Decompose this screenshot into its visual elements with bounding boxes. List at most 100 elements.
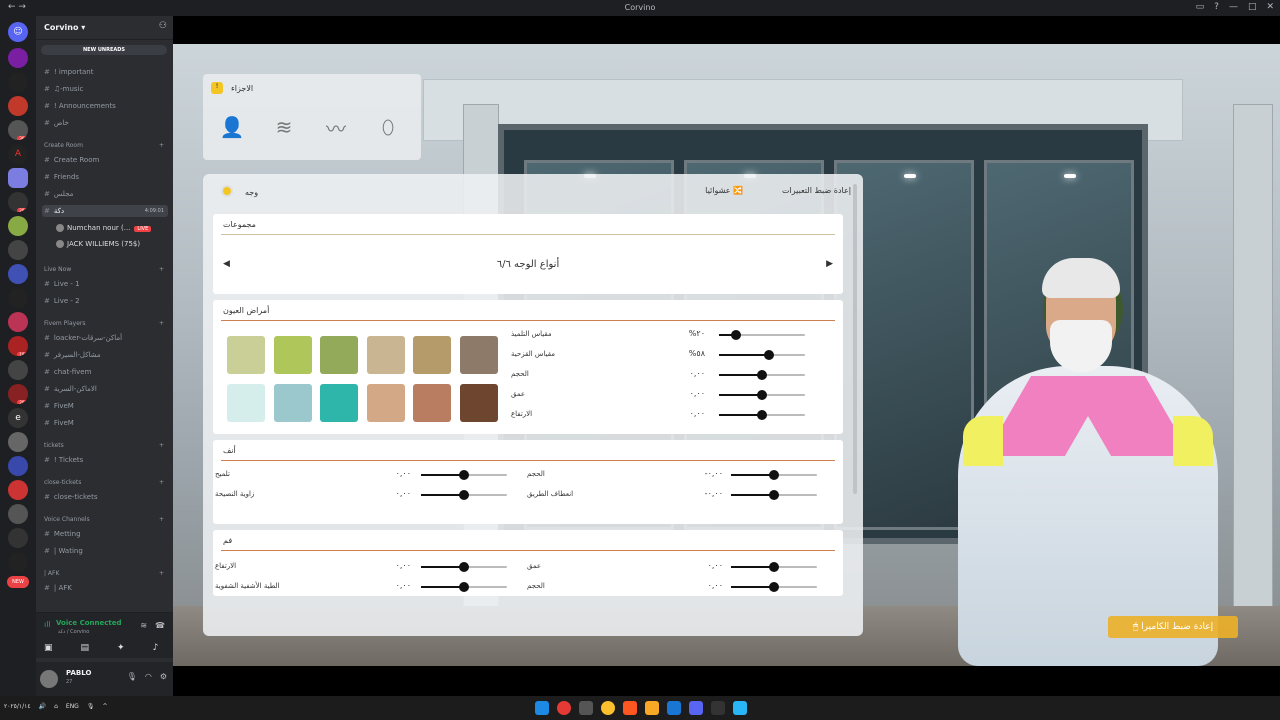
- eye-color-swatch[interactable]: [366, 384, 405, 422]
- eye-color-swatch[interactable]: [227, 384, 265, 422]
- slider-knob[interactable]: [769, 490, 779, 500]
- voice-status[interactable]: Voice Connected: [56, 619, 122, 627]
- server-icon[interactable]: [8, 96, 28, 116]
- slider-knob[interactable]: [459, 470, 469, 480]
- slider-knob[interactable]: [731, 330, 742, 340]
- channel-category[interactable]: close-tickets +: [44, 477, 168, 489]
- camera-reset-button[interactable]: إعادة ضبط الكاميرا 🖱: [1108, 616, 1238, 638]
- eye-color-swatch[interactable]: [459, 336, 498, 374]
- server-icon[interactable]: [8, 456, 28, 476]
- channel-item[interactable]: # FiveM: [44, 417, 168, 429]
- activities-icon[interactable]: ✦: [117, 643, 125, 653]
- channel-item[interactable]: # دكة 4:09:01: [42, 205, 168, 217]
- channel-item[interactable]: # loacker-أماكن-سرقات: [44, 332, 168, 344]
- channel-category[interactable]: tickets +: [44, 440, 168, 452]
- close-button[interactable]: ✕: [1266, 2, 1274, 12]
- channel-item[interactable]: # Metting: [44, 528, 168, 540]
- noise-suppression-icon[interactable]: ≋: [140, 621, 147, 630]
- channel-item[interactable]: # | AFK: [44, 582, 168, 594]
- eye-color-swatch[interactable]: [413, 336, 451, 374]
- brave-icon[interactable]: [623, 701, 637, 715]
- channel-item[interactable]: # | Wating: [44, 545, 168, 557]
- add-member-icon[interactable]: ⚇: [159, 21, 167, 31]
- slider-knob[interactable]: [769, 562, 779, 572]
- disconnect-icon[interactable]: ☎: [155, 621, 165, 630]
- speaker-icon[interactable]: 🔊: [39, 703, 46, 710]
- slider-track[interactable]: [731, 490, 817, 500]
- clock[interactable]: ٢٠٢٥/١/١٤: [4, 703, 31, 710]
- slider-track[interactable]: [731, 582, 817, 592]
- slider-track[interactable]: [421, 582, 507, 592]
- slider-knob[interactable]: [459, 582, 469, 592]
- new-unreads-pill[interactable]: NEW UNREADS: [41, 45, 167, 55]
- slider-track[interactable]: [731, 470, 817, 480]
- voice-user[interactable]: JACK WILLIEMS (75$): [56, 238, 168, 250]
- slider-track[interactable]: [719, 410, 805, 420]
- channel-category[interactable]: | AFK +: [44, 568, 168, 580]
- server-icon[interactable]: [8, 504, 28, 524]
- search-icon[interactable]: [711, 701, 725, 715]
- slider-knob[interactable]: [769, 470, 779, 480]
- help-icon[interactable]: ?: [1214, 2, 1219, 12]
- channel-item[interactable]: # chat-fivem: [44, 366, 168, 378]
- reset-expressions-button[interactable]: إعادة ضبط التعبيرات: [782, 186, 851, 195]
- server-icon[interactable]: 182: [8, 336, 28, 356]
- channel-category[interactable]: Create Room +: [44, 140, 168, 152]
- server-icon[interactable]: 291: [8, 192, 28, 212]
- channel-item[interactable]: # الاماكن-السرية: [44, 383, 168, 395]
- add-channel-icon[interactable]: +: [159, 140, 164, 152]
- slider-track[interactable]: [719, 390, 805, 400]
- body-part-tab-hair-icon[interactable]: ≋: [263, 106, 305, 148]
- chrome-icon[interactable]: [601, 701, 615, 715]
- maximize-button[interactable]: □: [1248, 2, 1257, 12]
- server-icon-selected[interactable]: [8, 168, 28, 188]
- network-icon[interactable]: ⌂: [54, 703, 58, 710]
- randomize-button[interactable]: 🔀 عشوائيا: [705, 186, 743, 195]
- slider-track[interactable]: [421, 562, 507, 572]
- mic-tray-icon[interactable]: 🎙: [87, 703, 95, 710]
- slider-track[interactable]: [719, 330, 805, 340]
- server-icon[interactable]: [8, 480, 28, 500]
- slider-knob[interactable]: [757, 390, 767, 400]
- slider-knob[interactable]: [757, 370, 767, 380]
- channel-item[interactable]: # مشاكل-السيرفر: [44, 349, 168, 361]
- slider-knob[interactable]: [459, 562, 469, 572]
- server-icon[interactable]: [8, 216, 28, 236]
- channel-item[interactable]: # FiveM: [44, 400, 168, 412]
- eye-color-swatch[interactable]: [273, 336, 312, 374]
- slider-track[interactable]: [719, 350, 805, 360]
- channel-item[interactable]: # ♫-music: [44, 83, 168, 95]
- discord-home-icon[interactable]: ☺: [8, 22, 28, 42]
- slider-knob[interactable]: [763, 350, 774, 360]
- server-icon[interactable]: [8, 72, 28, 92]
- slider-knob[interactable]: [769, 582, 779, 592]
- server-icon[interactable]: [8, 528, 28, 548]
- server-icon[interactable]: [8, 552, 28, 572]
- headphones-icon[interactable]: ◠: [145, 672, 152, 681]
- add-channel-icon[interactable]: +: [159, 568, 164, 580]
- eye-color-swatch[interactable]: [320, 336, 358, 374]
- add-channel-icon[interactable]: +: [159, 514, 164, 526]
- inbox-icon[interactable]: ▭: [1196, 2, 1205, 12]
- app-icon[interactable]: [579, 701, 593, 715]
- screen-share-icon[interactable]: ▤: [81, 643, 90, 653]
- file-explorer-icon[interactable]: [645, 701, 659, 715]
- slider-track[interactable]: [719, 370, 805, 380]
- next-arrow-icon[interactable]: ▶: [826, 259, 833, 269]
- channel-category[interactable]: Live Now +: [44, 264, 168, 276]
- settings-gear-icon[interactable]: ⚙: [160, 672, 167, 681]
- slider-track[interactable]: [731, 562, 817, 572]
- body-part-tab-face-icon[interactable]: ⬯: [367, 106, 409, 148]
- channel-item[interactable]: #! Announcements: [44, 100, 168, 112]
- server-icon[interactable]: e: [8, 408, 28, 428]
- channel-item[interactable]: # خاص: [44, 117, 168, 129]
- eye-color-swatch[interactable]: [459, 384, 498, 422]
- channel-item[interactable]: # close-tickets: [44, 491, 168, 503]
- server-icon[interactable]: [8, 264, 28, 284]
- slider-track[interactable]: [421, 470, 507, 480]
- slider-knob[interactable]: [459, 490, 469, 500]
- server-icon[interactable]: [8, 48, 28, 68]
- tray-chevron-icon[interactable]: ^: [102, 703, 107, 710]
- channel-category[interactable]: Voice Channels +: [44, 514, 168, 526]
- voice-user[interactable]: Numchan nour (... LIVE: [56, 222, 168, 234]
